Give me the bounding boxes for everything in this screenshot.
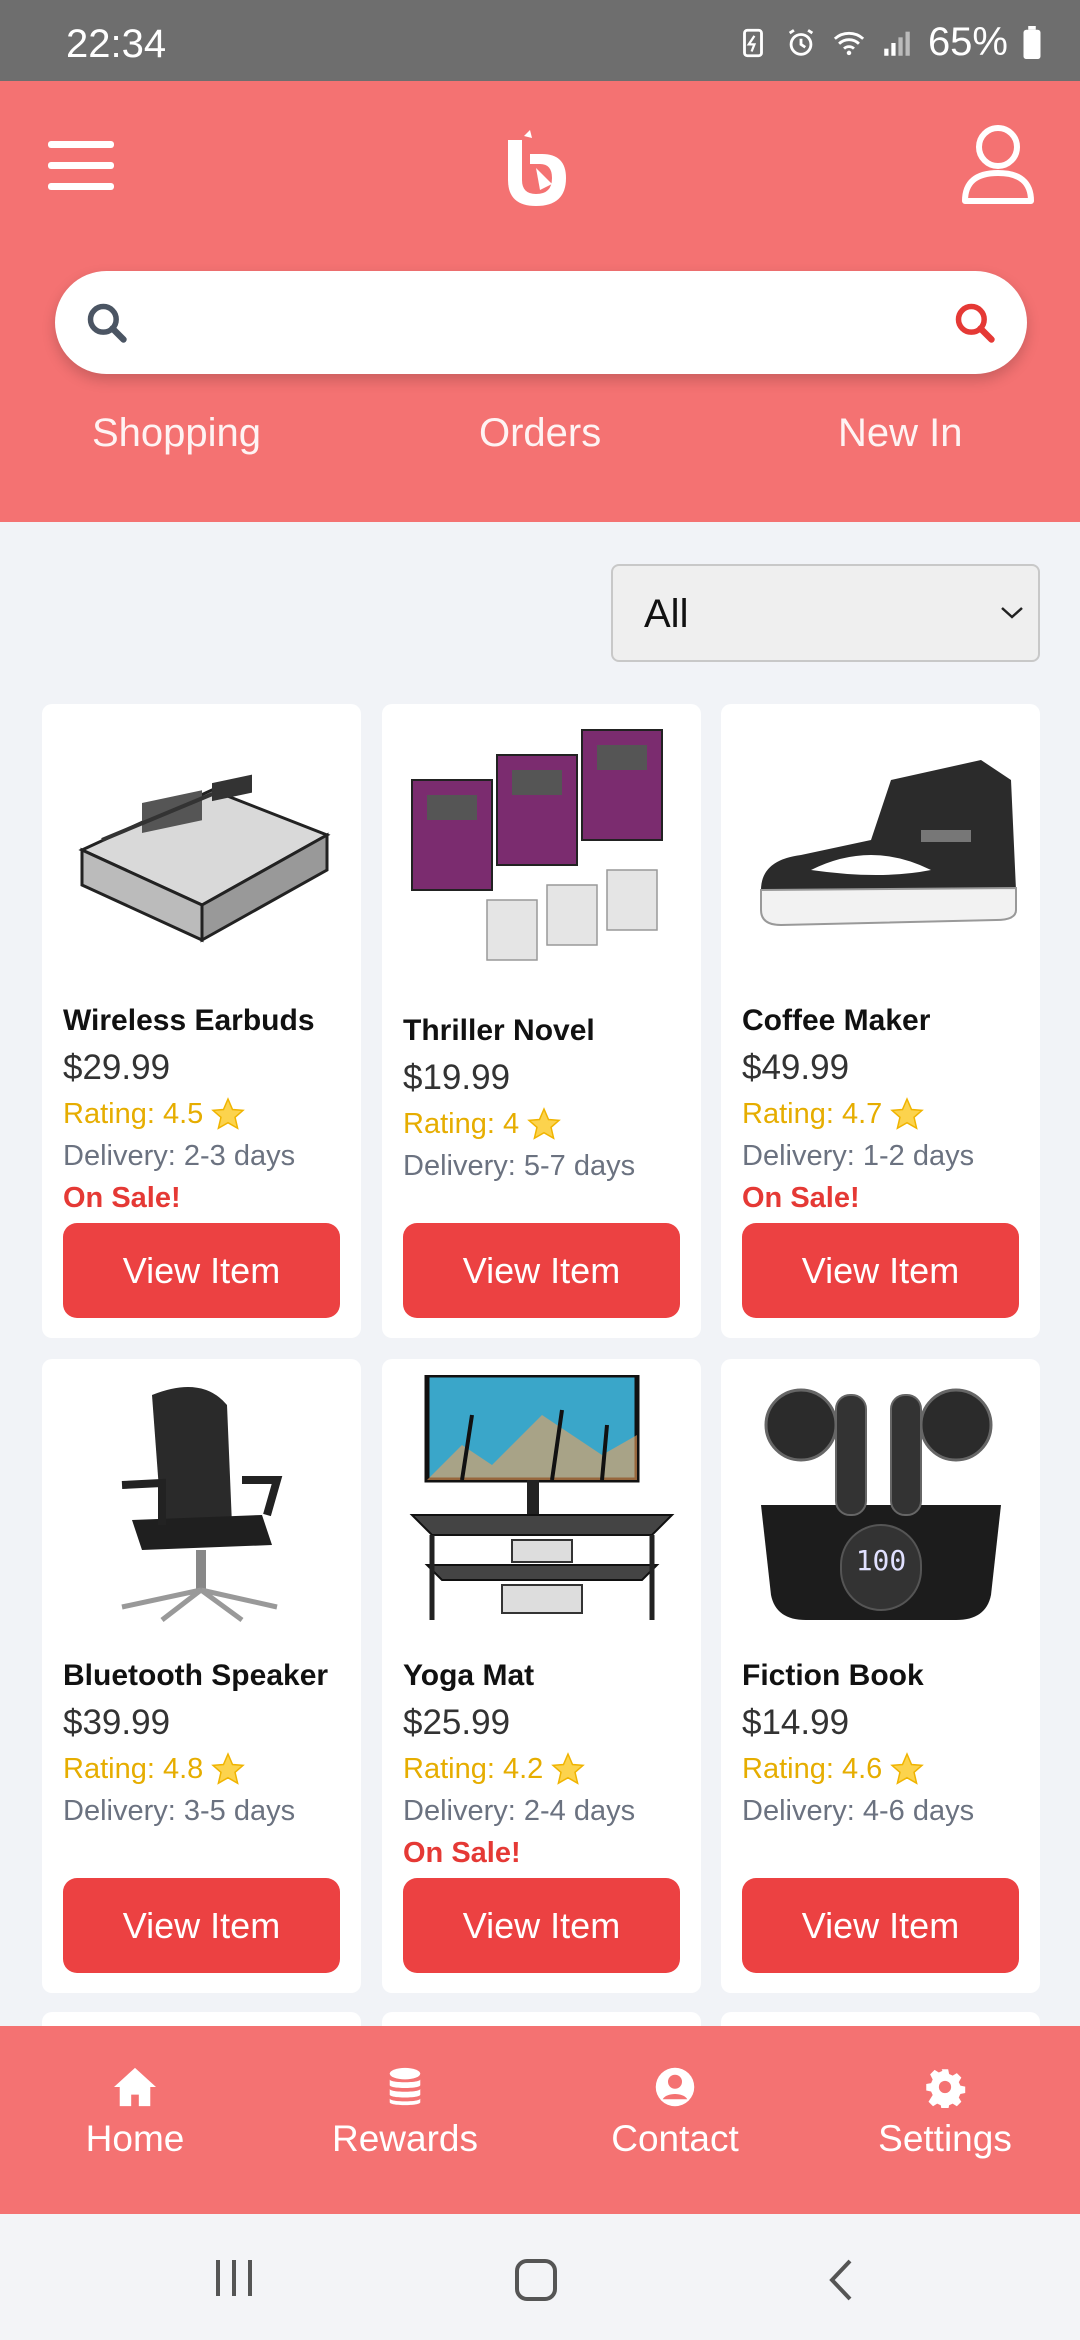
tab-orders[interactable]: Orders bbox=[479, 411, 601, 456]
product-delivery: Delivery: 2-3 days bbox=[63, 1140, 296, 1172]
tab-new-in[interactable]: New In bbox=[838, 411, 963, 456]
nav-settings[interactable]: Settings bbox=[845, 2066, 1045, 2160]
star-icon bbox=[527, 1107, 561, 1140]
chevron-down-icon bbox=[1001, 607, 1023, 619]
gear-icon bbox=[926, 2069, 966, 2108]
product-price: $14.99 bbox=[742, 1703, 850, 1742]
search-submit-icon[interactable] bbox=[953, 301, 997, 345]
product-image[interactable]: 100 bbox=[741, 1375, 1020, 1623]
status-time: 22:34 bbox=[66, 22, 167, 66]
product-rating: Rating: 4.2 bbox=[403, 1751, 587, 1787]
view-item-button[interactable]: View Item bbox=[63, 1223, 340, 1318]
product-name: Coffee Maker bbox=[742, 1004, 931, 1037]
product-name: Thriller Novel bbox=[403, 1014, 595, 1047]
product-card: Bluetooth Speaker $39.99 Rating: 4.8 Del… bbox=[42, 1359, 361, 1993]
search-bar[interactable] bbox=[55, 271, 1027, 374]
product-image[interactable] bbox=[62, 1375, 341, 1623]
product-image[interactable] bbox=[402, 1375, 681, 1623]
system-navigation-bar bbox=[0, 2214, 1080, 2340]
nav-settings-label: Settings bbox=[878, 2118, 1012, 2159]
home-icon bbox=[114, 2067, 156, 2107]
product-rating: Rating: 4.8 bbox=[63, 1751, 247, 1787]
product-delivery: Delivery: 5-7 days bbox=[403, 1150, 636, 1182]
view-item-button[interactable]: View Item bbox=[63, 1878, 340, 1973]
product-name: Bluetooth Speaker bbox=[63, 1659, 329, 1692]
sale-badge: On Sale! bbox=[63, 1182, 181, 1214]
back-icon[interactable] bbox=[826, 2258, 856, 2302]
product-name: Fiction Book bbox=[742, 1659, 924, 1692]
search-icon bbox=[87, 303, 127, 343]
view-item-button[interactable]: View Item bbox=[403, 1878, 680, 1973]
product-image[interactable] bbox=[62, 720, 341, 968]
product-delivery: Delivery: 1-2 days bbox=[742, 1140, 975, 1172]
product-delivery: Delivery: 2-4 days bbox=[403, 1795, 636, 1827]
category-filter-select[interactable]: All bbox=[611, 564, 1040, 662]
product-rating: Rating: 4.7 bbox=[742, 1096, 926, 1132]
tab-shopping[interactable]: Shopping bbox=[92, 411, 261, 456]
battery-icon bbox=[1023, 25, 1041, 59]
product-price: $25.99 bbox=[403, 1703, 511, 1742]
product-delivery: Delivery: 4-6 days bbox=[742, 1795, 975, 1827]
star-icon bbox=[890, 1097, 925, 1130]
status-icons: 65% bbox=[736, 20, 1042, 65]
sale-badge: On Sale! bbox=[742, 1182, 860, 1214]
app-header: Shopping Orders New In bbox=[0, 81, 1080, 522]
star-icon bbox=[211, 1752, 246, 1785]
brand-logo-icon[interactable] bbox=[500, 128, 580, 208]
view-item-button[interactable]: View Item bbox=[403, 1223, 680, 1318]
rating-text: Rating: 4 bbox=[403, 1107, 520, 1140]
nav-contact-label: Contact bbox=[611, 2118, 739, 2159]
product-price: $39.99 bbox=[63, 1703, 171, 1742]
user-circle-icon bbox=[655, 2067, 695, 2107]
rating-text: Rating: 4.5 bbox=[63, 1097, 204, 1130]
status-bar: 22:34 65% bbox=[0, 0, 1080, 81]
product-image[interactable] bbox=[741, 720, 1020, 968]
product-name: Yoga Mat bbox=[403, 1659, 535, 1692]
recent-apps-icon[interactable] bbox=[212, 2258, 256, 2298]
product-image[interactable] bbox=[402, 720, 681, 968]
view-item-button[interactable]: View Item bbox=[742, 1878, 1019, 1973]
product-card: Wireless Earbuds $29.99 Rating: 4.5 Deli… bbox=[42, 704, 361, 1338]
sale-badge: On Sale! bbox=[403, 1837, 521, 1869]
product-name: Wireless Earbuds bbox=[63, 1004, 315, 1037]
signal-icon bbox=[884, 31, 910, 56]
battery-saver-icon bbox=[743, 28, 763, 57]
nav-home-label: Home bbox=[85, 2118, 185, 2159]
product-card: Coffee Maker $49.99 Rating: 4.7 Delivery… bbox=[721, 704, 1040, 1338]
alarm-icon bbox=[788, 28, 814, 56]
product-card: 100 Fiction Book $14.99 Rating: 4.6 Deli… bbox=[721, 1359, 1040, 1993]
rating-text: Rating: 4.8 bbox=[63, 1752, 204, 1785]
product-delivery: Delivery: 3-5 days bbox=[63, 1795, 296, 1827]
svg-text:100: 100 bbox=[856, 1544, 907, 1577]
product-price: $49.99 bbox=[742, 1048, 850, 1087]
product-rating: Rating: 4.6 bbox=[742, 1751, 926, 1787]
nav-rewards[interactable]: Rewards bbox=[305, 2066, 505, 2160]
filter-selected-value: All bbox=[644, 592, 689, 636]
wifi-icon bbox=[833, 31, 865, 55]
product-rating: Rating: 4.5 bbox=[63, 1096, 247, 1132]
nav-rewards-label: Rewards bbox=[332, 2118, 478, 2159]
home-button-icon[interactable] bbox=[514, 2258, 558, 2302]
product-price: $29.99 bbox=[63, 1048, 171, 1087]
nav-home[interactable]: Home bbox=[35, 2066, 235, 2160]
product-rating: Rating: 4 bbox=[403, 1106, 563, 1142]
product-price: $19.99 bbox=[403, 1058, 511, 1097]
hamburger-menu-icon[interactable] bbox=[48, 141, 114, 191]
product-card: Yoga Mat $25.99 Rating: 4.2 Delivery: 2-… bbox=[382, 1359, 701, 1993]
star-icon bbox=[890, 1752, 925, 1785]
rating-text: Rating: 4.7 bbox=[742, 1097, 883, 1130]
search-input[interactable] bbox=[155, 291, 895, 353]
star-icon bbox=[211, 1097, 246, 1130]
star-icon bbox=[551, 1752, 586, 1785]
product-card: Thriller Novel $19.99 Rating: 4 Delivery… bbox=[382, 704, 701, 1338]
view-item-button[interactable]: View Item bbox=[742, 1223, 1019, 1318]
nav-contact[interactable]: Contact bbox=[575, 2066, 775, 2160]
top-tabs: Shopping Orders New In bbox=[0, 411, 1080, 471]
rating-text: Rating: 4.2 bbox=[403, 1752, 544, 1785]
rating-text: Rating: 4.6 bbox=[742, 1752, 883, 1785]
battery-percent: 65% bbox=[927, 20, 1008, 64]
coins-icon bbox=[389, 2067, 421, 2106]
user-profile-icon[interactable] bbox=[960, 123, 1036, 205]
bottom-navigation: Home Rewards Contact Settings bbox=[0, 2026, 1080, 2214]
